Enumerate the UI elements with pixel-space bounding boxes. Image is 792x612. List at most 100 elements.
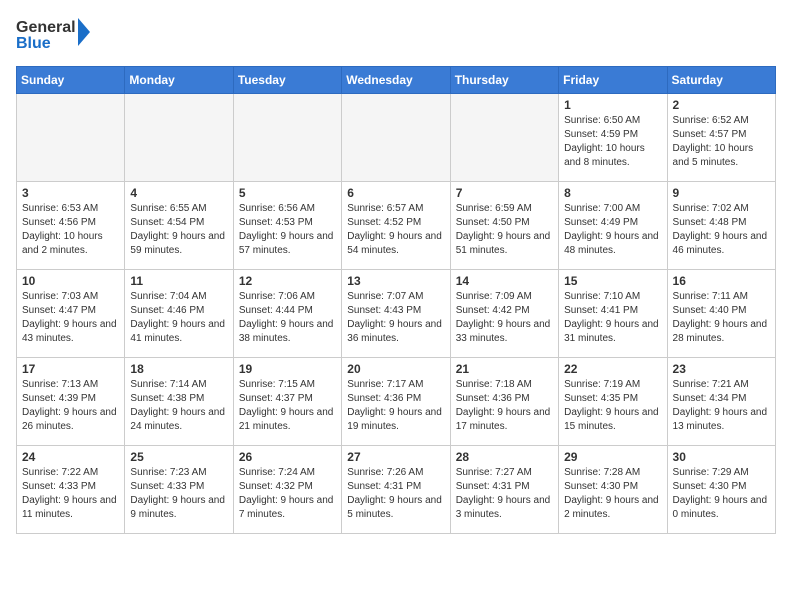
day-info: Sunrise: 6:50 AM Sunset: 4:59 PM Dayligh… (564, 114, 661, 170)
day-info: Sunrise: 7:17 AM Sunset: 4:36 PM Dayligh… (347, 378, 444, 434)
day-info: Sunrise: 7:02 AM Sunset: 4:48 PM Dayligh… (673, 202, 770, 258)
day-cell: 6Sunrise: 6:57 AM Sunset: 4:52 PM Daylig… (342, 182, 450, 270)
day-number: 27 (347, 450, 444, 464)
day-info: Sunrise: 7:00 AM Sunset: 4:49 PM Dayligh… (564, 202, 661, 258)
day-info: Sunrise: 7:14 AM Sunset: 4:38 PM Dayligh… (130, 378, 227, 434)
day-number: 25 (130, 450, 227, 464)
header-cell-thursday: Thursday (450, 67, 558, 94)
day-info: Sunrise: 7:26 AM Sunset: 4:31 PM Dayligh… (347, 466, 444, 522)
day-info: Sunrise: 7:15 AM Sunset: 4:37 PM Dayligh… (239, 378, 336, 434)
day-cell: 1 Sunrise: 6:50 AM Sunset: 4:59 PM Daylig… (559, 94, 667, 182)
day-cell: 5Sunrise: 6:56 AM Sunset: 4:53 PM Daylig… (233, 182, 341, 270)
day-info: Sunrise: 6:55 AM Sunset: 4:54 PM Dayligh… (130, 202, 227, 258)
calendar-table: SundayMondayTuesdayWednesdayThursdayFrid… (16, 66, 776, 534)
day-info: Sunrise: 7:09 AM Sunset: 4:42 PM Dayligh… (456, 290, 553, 346)
day-number: 16 (673, 274, 770, 288)
day-info: Sunrise: 6:53 AM Sunset: 4:56 PM Dayligh… (22, 202, 119, 258)
week-row-3: 10Sunrise: 7:03 AM Sunset: 4:47 PM Dayli… (17, 270, 776, 358)
day-cell: 13Sunrise: 7:07 AM Sunset: 4:43 PM Dayli… (342, 270, 450, 358)
svg-text:Blue: Blue (16, 35, 51, 52)
day-cell: 23 Sunrise: 7:21 AM Sunset: 4:34 PM Dayli… (667, 358, 775, 446)
day-cell: 27 Sunrise: 7:26 AM Sunset: 4:31 PM Dayli… (342, 446, 450, 534)
day-number: 4 (130, 186, 227, 200)
day-cell: 4 Sunrise: 6:55 AM Sunset: 4:54 PM Daylig… (125, 182, 233, 270)
day-cell: 29 Sunrise: 7:28 AM Sunset: 4:30 PM Dayli… (559, 446, 667, 534)
header-cell-tuesday: Tuesday (233, 67, 341, 94)
day-number: 7 (456, 186, 553, 200)
week-row-1: 1 Sunrise: 6:50 AM Sunset: 4:59 PM Daylig… (17, 94, 776, 182)
day-info: Sunrise: 7:22 AM Sunset: 4:33 PM Dayligh… (22, 466, 119, 522)
day-cell: 11 Sunrise: 7:04 AM Sunset: 4:46 PM Dayli… (125, 270, 233, 358)
day-cell (17, 94, 125, 182)
day-cell (233, 94, 341, 182)
week-row-2: 3 Sunrise: 6:53 AM Sunset: 4:56 PM Daylig… (17, 182, 776, 270)
day-number: 18 (130, 362, 227, 376)
day-info: Sunrise: 7:04 AM Sunset: 4:46 PM Dayligh… (130, 290, 227, 346)
day-number: 11 (130, 274, 227, 288)
day-number: 12 (239, 274, 336, 288)
day-number: 28 (456, 450, 553, 464)
day-info: Sunrise: 7:10 AM Sunset: 4:41 PM Dayligh… (564, 290, 661, 346)
day-number: 10 (22, 274, 119, 288)
day-info: Sunrise: 7:23 AM Sunset: 4:33 PM Dayligh… (130, 466, 227, 522)
day-number: 8 (564, 186, 661, 200)
day-number: 22 (564, 362, 661, 376)
day-info: Sunrise: 7:19 AM Sunset: 4:35 PM Dayligh… (564, 378, 661, 434)
day-cell (125, 94, 233, 182)
day-info: Sunrise: 6:52 AM Sunset: 4:57 PM Dayligh… (673, 114, 770, 170)
day-info: Sunrise: 7:06 AM Sunset: 4:44 PM Dayligh… (239, 290, 336, 346)
day-cell: 12 Sunrise: 7:06 AM Sunset: 4:44 PM Dayli… (233, 270, 341, 358)
day-number: 1 (564, 98, 661, 112)
day-cell: 8 Sunrise: 7:00 AM Sunset: 4:49 PM Daylig… (559, 182, 667, 270)
logo-svg: GeneralBlue (16, 16, 96, 54)
day-cell: 10Sunrise: 7:03 AM Sunset: 4:47 PM Dayli… (17, 270, 125, 358)
day-cell: 20Sunrise: 7:17 AM Sunset: 4:36 PM Dayli… (342, 358, 450, 446)
day-cell: 18 Sunrise: 7:14 AM Sunset: 4:38 PM Dayli… (125, 358, 233, 446)
day-cell: 7 Sunrise: 6:59 AM Sunset: 4:50 PM Daylig… (450, 182, 558, 270)
header-row: SundayMondayTuesdayWednesdayThursdayFrid… (17, 67, 776, 94)
day-info: Sunrise: 7:29 AM Sunset: 4:30 PM Dayligh… (673, 466, 770, 522)
day-info: Sunrise: 7:21 AM Sunset: 4:34 PM Dayligh… (673, 378, 770, 434)
header-cell-wednesday: Wednesday (342, 67, 450, 94)
logo: GeneralBlue (16, 16, 96, 54)
day-number: 5 (239, 186, 336, 200)
day-cell: 15 Sunrise: 7:10 AM Sunset: 4:41 PM Dayli… (559, 270, 667, 358)
day-cell: 3 Sunrise: 6:53 AM Sunset: 4:56 PM Daylig… (17, 182, 125, 270)
day-number: 2 (673, 98, 770, 112)
day-number: 21 (456, 362, 553, 376)
day-number: 30 (673, 450, 770, 464)
day-number: 19 (239, 362, 336, 376)
day-cell (342, 94, 450, 182)
week-row-5: 24Sunrise: 7:22 AM Sunset: 4:33 PM Dayli… (17, 446, 776, 534)
week-row-4: 17Sunrise: 7:13 AM Sunset: 4:39 PM Dayli… (17, 358, 776, 446)
day-number: 26 (239, 450, 336, 464)
header-cell-sunday: Sunday (17, 67, 125, 94)
day-cell: 26Sunrise: 7:24 AM Sunset: 4:32 PM Dayli… (233, 446, 341, 534)
day-number: 14 (456, 274, 553, 288)
day-cell: 21Sunrise: 7:18 AM Sunset: 4:36 PM Dayli… (450, 358, 558, 446)
day-number: 29 (564, 450, 661, 464)
header-cell-saturday: Saturday (667, 67, 775, 94)
day-number: 9 (673, 186, 770, 200)
day-cell: 24Sunrise: 7:22 AM Sunset: 4:33 PM Dayli… (17, 446, 125, 534)
day-cell: 22 Sunrise: 7:19 AM Sunset: 4:35 PM Dayli… (559, 358, 667, 446)
day-cell: 17Sunrise: 7:13 AM Sunset: 4:39 PM Dayli… (17, 358, 125, 446)
day-number: 15 (564, 274, 661, 288)
day-number: 17 (22, 362, 119, 376)
day-cell: 14 Sunrise: 7:09 AM Sunset: 4:42 PM Dayli… (450, 270, 558, 358)
day-cell: 28Sunrise: 7:27 AM Sunset: 4:31 PM Dayli… (450, 446, 558, 534)
day-info: Sunrise: 6:59 AM Sunset: 4:50 PM Dayligh… (456, 202, 553, 258)
day-cell: 25 Sunrise: 7:23 AM Sunset: 4:33 PM Dayli… (125, 446, 233, 534)
day-info: Sunrise: 7:11 AM Sunset: 4:40 PM Dayligh… (673, 290, 770, 346)
header-cell-friday: Friday (559, 67, 667, 94)
day-number: 3 (22, 186, 119, 200)
day-info: Sunrise: 7:28 AM Sunset: 4:30 PM Dayligh… (564, 466, 661, 522)
day-number: 23 (673, 362, 770, 376)
day-cell: 16 Sunrise: 7:11 AM Sunset: 4:40 PM Dayli… (667, 270, 775, 358)
day-info: Sunrise: 7:07 AM Sunset: 4:43 PM Dayligh… (347, 290, 444, 346)
day-cell: 9 Sunrise: 7:02 AM Sunset: 4:48 PM Daylig… (667, 182, 775, 270)
svg-text:General: General (16, 19, 76, 36)
day-cell: 2 Sunrise: 6:52 AM Sunset: 4:57 PM Daylig… (667, 94, 775, 182)
day-cell (450, 94, 558, 182)
header: GeneralBlue (16, 16, 776, 54)
